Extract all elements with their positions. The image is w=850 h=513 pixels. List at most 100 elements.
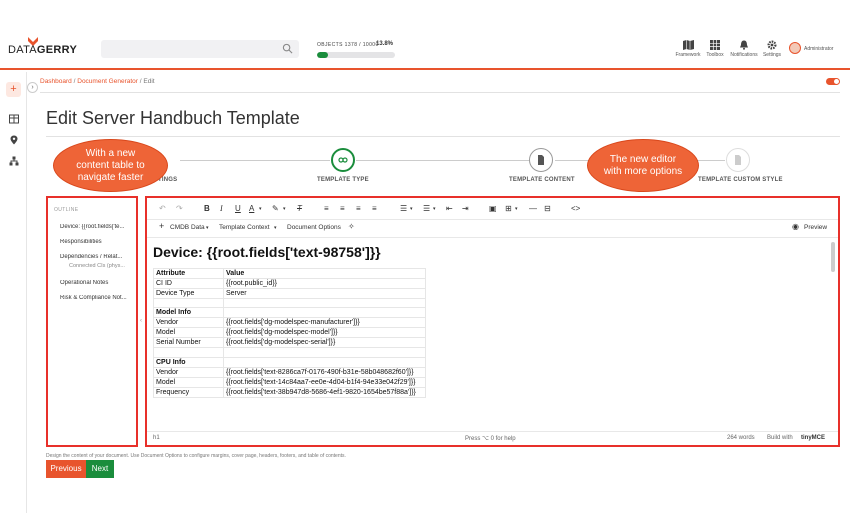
value-cell[interactable]: {{root.fields['dg-modelspec-serial']}} bbox=[223, 337, 426, 349]
previous-button[interactable]: Previous bbox=[46, 460, 86, 478]
outline-item[interactable]: Dependencies / Relat... bbox=[60, 254, 136, 260]
document-options-menu[interactable]: Document Options bbox=[287, 224, 341, 231]
add-button[interactable]: + bbox=[6, 82, 21, 97]
attribute-cell[interactable]: CI ID bbox=[153, 278, 224, 289]
template-context-menu[interactable]: Template Context bbox=[219, 224, 270, 231]
outline-item[interactable]: Risk & Compliance Not... bbox=[60, 295, 136, 301]
theme-toggle[interactable] bbox=[826, 78, 840, 85]
resize-handle[interactable]: ‹ bbox=[140, 318, 142, 324]
attribute-cell[interactable]: Model Info bbox=[153, 307, 224, 319]
numbered-list-icon[interactable]: ☰ bbox=[423, 204, 430, 214]
attribute-table[interactable]: Attribute Value CI ID {{root.public_id}} Dev… bbox=[153, 268, 426, 398]
value-cell[interactable]: {{root.fields['text-14c84aa7-ee0e-4d04-b… bbox=[223, 376, 426, 388]
value-cell[interactable]: {{root.fields['dg-modelspec-manufacturer… bbox=[223, 317, 426, 329]
attribute-cell[interactable] bbox=[153, 347, 224, 358]
align-left-icon[interactable]: ≡ bbox=[324, 204, 329, 214]
nav-notifications[interactable]: Notifications bbox=[729, 40, 759, 58]
attribute-cell[interactable]: Vendor bbox=[153, 317, 224, 329]
attribute-cell[interactable]: Frequency bbox=[153, 386, 224, 398]
align-center-icon[interactable]: ≡ bbox=[340, 204, 345, 214]
eye-icon[interactable]: ◉ bbox=[792, 222, 799, 231]
value-cell[interactable] bbox=[223, 347, 426, 358]
align-justify-icon[interactable]: ≡ bbox=[372, 204, 377, 214]
hierarchy-icon[interactable] bbox=[9, 156, 19, 166]
word-count[interactable]: 264 words bbox=[727, 435, 755, 441]
editor-status-bar: h1 Press ⌥ 0 for help 264 words Build wi… bbox=[147, 431, 838, 445]
editor-content[interactable]: Device: {{root.fields['text-98758']}} At… bbox=[153, 244, 829, 414]
breadcrumb-dashboard[interactable]: Dashboard bbox=[40, 78, 72, 85]
redo-icon[interactable]: ↷ bbox=[176, 204, 183, 214]
chevron-down-icon[interactable]: ▾ bbox=[515, 204, 518, 214]
outline-item[interactable]: Device: {{root.fields['te... bbox=[60, 224, 136, 230]
next-button[interactable]: Next bbox=[86, 460, 114, 478]
search-input[interactable] bbox=[101, 40, 299, 58]
outline-subitem[interactable]: Connected CIs (phys... bbox=[69, 263, 135, 269]
attribute-cell[interactable]: Vendor bbox=[153, 366, 224, 378]
magic-wand-icon[interactable]: ✧ bbox=[348, 222, 355, 231]
nav-toolbox[interactable]: Toolbox bbox=[700, 40, 730, 58]
value-cell[interactable]: {{root.fields['text-38b947d8-5686-4ef1-9… bbox=[223, 386, 426, 398]
value-cell[interactable]: {{root.fields['dg-modelspec-model']}} bbox=[223, 327, 426, 339]
page-break-icon[interactable]: ⊟ bbox=[544, 204, 551, 214]
attribute-cell[interactable]: Device Type bbox=[153, 288, 224, 299]
chevron-down-icon[interactable]: ▾ bbox=[433, 204, 436, 214]
avatar[interactable] bbox=[789, 42, 801, 54]
image-icon[interactable]: ▣ bbox=[489, 204, 497, 214]
attribute-cell[interactable]: Serial Number bbox=[153, 337, 224, 349]
attribute-cell[interactable]: CPU Info bbox=[153, 356, 224, 368]
undo-icon[interactable]: ↶ bbox=[159, 204, 166, 214]
highlight-icon[interactable]: ✎ bbox=[272, 204, 279, 214]
source-code-icon[interactable]: <> bbox=[571, 204, 580, 214]
outdent-icon[interactable]: ⇤ bbox=[446, 204, 453, 214]
attribute-cell[interactable]: Model bbox=[153, 376, 224, 388]
brand-logo[interactable]: DATAGERRY bbox=[8, 44, 77, 56]
chevron-down-icon[interactable]: ▾ bbox=[206, 225, 209, 231]
step-template-type-label[interactable]: TEMPLATE TYPE bbox=[317, 177, 369, 183]
preview-button[interactable]: Preview bbox=[804, 224, 827, 231]
value-cell[interactable] bbox=[223, 356, 426, 368]
element-path[interactable]: h1 bbox=[153, 435, 160, 441]
value-cell[interactable]: {{root.fields['text-8286ca7f-0176-490f-b… bbox=[223, 366, 426, 378]
tinymce-logo[interactable]: tinyMCE bbox=[801, 435, 825, 441]
text-color-icon[interactable]: A bbox=[249, 204, 254, 214]
step-template-custom-style-label[interactable]: TEMPLATE CUSTOM STYLE bbox=[698, 177, 783, 183]
document-heading[interactable]: Device: {{root.fields['text-98758']}} bbox=[153, 244, 829, 260]
nav-settings[interactable]: Settings bbox=[757, 40, 787, 58]
chevron-down-icon[interactable]: ▾ bbox=[259, 204, 262, 214]
value-cell[interactable]: {{root.public_id}} bbox=[223, 278, 426, 289]
attribute-cell[interactable]: Model bbox=[153, 327, 224, 339]
value-cell[interactable]: Server bbox=[223, 288, 426, 299]
clear-format-icon[interactable]: T bbox=[297, 204, 302, 214]
attribute-cell[interactable]: Attribute bbox=[153, 268, 224, 279]
chevron-down-icon[interactable]: ▾ bbox=[410, 204, 413, 214]
table-icon[interactable]: ⊞ bbox=[505, 204, 512, 214]
step-template-content-label[interactable]: TEMPLATE CONTENT bbox=[509, 177, 575, 183]
location-pin-icon[interactable] bbox=[9, 135, 19, 145]
italic-icon[interactable]: I bbox=[220, 204, 223, 214]
step-template-custom-style[interactable] bbox=[726, 148, 750, 172]
nav-framework[interactable]: Framework bbox=[673, 40, 703, 58]
indent-icon[interactable]: ⇥ bbox=[462, 204, 469, 214]
bullet-list-icon[interactable]: ☰ bbox=[400, 204, 407, 214]
scrollbar[interactable] bbox=[831, 242, 835, 272]
breadcrumb-document-generator[interactable]: Document Generator bbox=[77, 78, 138, 85]
plus-icon[interactable]: + bbox=[159, 221, 164, 231]
horizontal-line-icon[interactable]: — bbox=[529, 204, 537, 214]
table-icon[interactable] bbox=[9, 114, 19, 124]
cmdb-data-menu[interactable]: CMDB Data bbox=[170, 224, 205, 231]
outline-item[interactable]: Responsibilities bbox=[60, 239, 136, 245]
collapse-sidebar-button[interactable]: › bbox=[27, 82, 38, 93]
value-cell[interactable] bbox=[223, 297, 426, 309]
value-cell[interactable]: Value bbox=[223, 268, 426, 279]
attribute-cell[interactable] bbox=[153, 297, 224, 309]
bold-icon[interactable]: B bbox=[204, 204, 210, 214]
step-template-type[interactable] bbox=[331, 148, 355, 172]
value-cell[interactable] bbox=[223, 307, 426, 319]
chevron-down-icon[interactable]: ▾ bbox=[283, 204, 286, 214]
align-right-icon[interactable]: ≡ bbox=[356, 204, 361, 214]
chevron-down-icon[interactable]: ▾ bbox=[274, 225, 277, 231]
user-name[interactable]: Administrator bbox=[804, 46, 833, 52]
step-template-content[interactable] bbox=[529, 148, 553, 172]
underline-icon[interactable]: U bbox=[235, 204, 241, 214]
outline-item[interactable]: Operational Notes bbox=[60, 280, 136, 286]
